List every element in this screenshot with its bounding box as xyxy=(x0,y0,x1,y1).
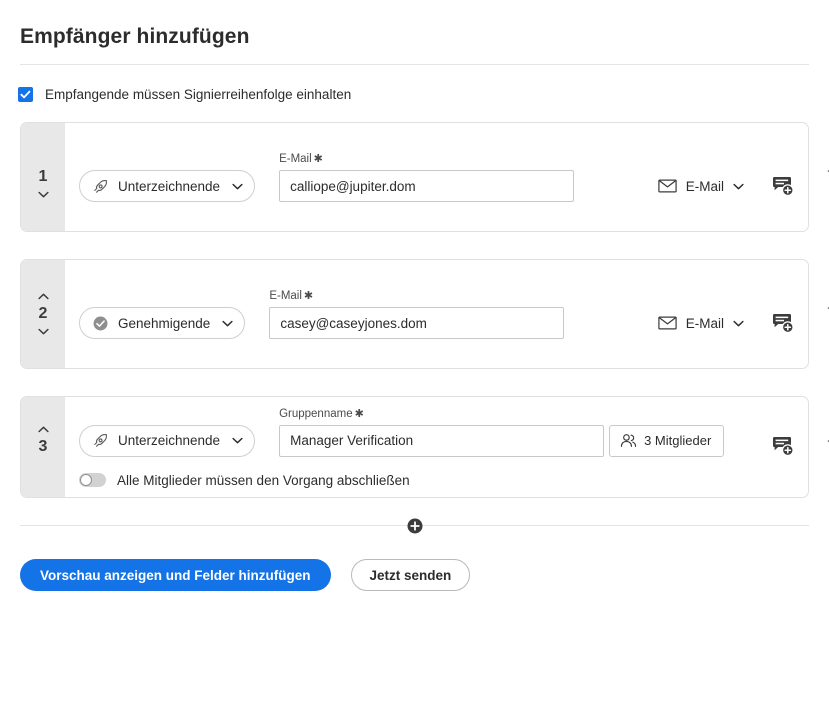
role-dropdown-chevron xyxy=(222,320,233,327)
recipient-body: Unterzeichnende Gruppenname ✱ Manager Ve… xyxy=(65,397,808,497)
add-note-button[interactable] xyxy=(772,176,794,197)
delivery-method-label: E-Mail xyxy=(685,315,724,331)
check-circle-icon xyxy=(93,316,108,330)
recipient-main-line: Genehmigende E-Mail ✱ casey@caseyjones.d… xyxy=(79,289,808,339)
toggle-knob xyxy=(80,474,92,486)
order-column: 1 xyxy=(21,123,65,231)
envelope-icon xyxy=(658,316,677,330)
order-column: 3 xyxy=(21,397,65,497)
recipient-body: Genehmigende E-Mail ✱ casey@caseyjones.d… xyxy=(65,260,808,368)
page-title: Empfänger hinzufügen xyxy=(20,25,250,48)
add-note-icon xyxy=(773,176,794,196)
check-icon xyxy=(20,90,31,99)
group-label-text: Gruppenname xyxy=(279,407,353,420)
email-field-label: E-Mail ✱ xyxy=(279,152,574,165)
recipient-right-controls: E-Mail xyxy=(658,170,808,202)
role-dropdown[interactable]: Unterzeichnende xyxy=(79,170,256,202)
chevron-down-icon xyxy=(733,183,744,189)
send-now-button[interactable]: Jetzt senden xyxy=(350,559,471,591)
group-field-label: Gruppenname ✱ xyxy=(279,407,724,420)
order-number: 2 xyxy=(38,305,48,322)
signing-order-checkbox[interactable] xyxy=(18,87,33,102)
members-button[interactable]: 3 Mitglieder xyxy=(609,424,725,457)
email-input-wrap xyxy=(269,307,565,339)
email-input-wrap xyxy=(279,170,575,202)
email-input[interactable] xyxy=(279,170,575,202)
email-field-group: E-Mail ✱ xyxy=(279,152,575,202)
email-field-label: E-Mail ✱ xyxy=(269,289,564,302)
email-label-text: E-Mail xyxy=(269,290,302,302)
signing-order-label: Empfangende müssen Signierreihenfolge ei… xyxy=(45,87,352,102)
recipient-row: 2 Genehmigende E-Mail ✱ casey@caseyjones… xyxy=(20,259,829,369)
preview-and-add-fields-button[interactable]: Vorschau anzeigen und Felder hinzufügen xyxy=(20,559,331,591)
members-count-label: 3 Mitglieder xyxy=(644,433,712,448)
plus-icon xyxy=(410,521,419,530)
pen-nib-icon xyxy=(94,179,107,193)
recipient-body: Unterzeichnende E-Mail ✱ calliope@jupite… xyxy=(65,123,808,231)
chevron-up-icon xyxy=(37,293,49,300)
recipient-main-line: Unterzeichnende Gruppenname ✱ Manager Ve… xyxy=(79,407,808,457)
email-field-group: E-Mail ✱ xyxy=(269,289,565,339)
delivery-method-label: E-Mail xyxy=(685,178,724,194)
chevron-down-icon xyxy=(37,328,49,335)
recipient-right-controls xyxy=(744,436,808,457)
recipient-list: 1 Unterzeichnende E-Mail ✱ calliope@jupi… xyxy=(0,102,829,498)
recipient-main-line: Unterzeichnende E-Mail ✱ calliope@jupite… xyxy=(79,152,808,202)
role-dropdown[interactable]: Genehmigende xyxy=(79,307,246,339)
envelope-icon xyxy=(658,179,677,193)
delivery-method-dropdown[interactable]: E-Mail xyxy=(658,307,744,339)
delete-recipient-button[interactable] xyxy=(809,397,829,497)
role-label: Unterzeichnende xyxy=(118,433,221,448)
all-members-toggle[interactable] xyxy=(79,473,106,487)
move-up-button[interactable] xyxy=(36,424,50,435)
all-members-toggle-row[interactable]: Alle Mitglieder müssen den Vorgang absch… xyxy=(79,473,808,488)
add-recipient-button[interactable] xyxy=(407,518,422,533)
add-note-icon xyxy=(773,313,794,333)
chevron-up-icon xyxy=(37,426,49,433)
order-column: 2 xyxy=(21,260,65,368)
add-note-icon xyxy=(773,436,794,456)
add-recipient-divider xyxy=(20,518,809,533)
people-icon xyxy=(620,434,637,447)
order-number: 1 xyxy=(38,168,48,185)
footer-actions: Vorschau anzeigen und Felder hinzufügen … xyxy=(0,526,829,591)
role-label: Genehmigende xyxy=(118,315,211,331)
all-members-toggle-label: Alle Mitglieder müssen den Vorgang absch… xyxy=(117,472,410,488)
recipient-row: 1 Unterzeichnende E-Mail ✱ calliope@jupi… xyxy=(20,122,829,232)
move-down-button[interactable] xyxy=(36,326,50,337)
recipient-row: 3 Unterzeichnende Gruppenname ✱ Manager … xyxy=(20,396,829,498)
role-dropdown-chevron xyxy=(232,183,243,190)
required-marker: ✱ xyxy=(313,153,323,165)
order-number: 3 xyxy=(38,438,48,455)
group-input-wrap: 3 Mitglieder xyxy=(279,424,725,457)
signing-order-row[interactable]: Empfangende müssen Signierreihenfolge ei… xyxy=(0,65,829,102)
role-dropdown-chevron xyxy=(232,437,243,444)
group-name-input[interactable] xyxy=(279,424,605,457)
email-label-text: E-Mail xyxy=(279,153,312,165)
chevron-down-icon xyxy=(232,183,243,189)
delete-recipient-button[interactable] xyxy=(809,123,829,231)
pen-nib-icon xyxy=(94,434,107,447)
chevron-down-icon xyxy=(37,191,49,198)
chevron-down-icon xyxy=(222,320,233,326)
recipient-right-controls: E-Mail xyxy=(658,307,808,339)
role-dropdown[interactable]: Unterzeichnende xyxy=(79,424,256,457)
delete-recipient-button[interactable] xyxy=(809,260,829,368)
required-marker: ✱ xyxy=(303,290,314,302)
move-up-button[interactable] xyxy=(36,291,50,302)
chevron-down-icon xyxy=(733,320,744,326)
chevron-down-icon xyxy=(232,437,243,444)
required-marker: ✱ xyxy=(354,407,364,420)
add-note-button[interactable] xyxy=(772,436,794,457)
group-field-group: Gruppenname✱ 3 Mitglieder xyxy=(279,407,725,457)
email-input[interactable] xyxy=(269,307,565,339)
add-note-button[interactable] xyxy=(772,313,794,334)
role-label: Unterzeichnende xyxy=(118,178,221,194)
delivery-method-dropdown[interactable]: E-Mail xyxy=(658,170,744,202)
move-down-button[interactable] xyxy=(36,189,50,200)
